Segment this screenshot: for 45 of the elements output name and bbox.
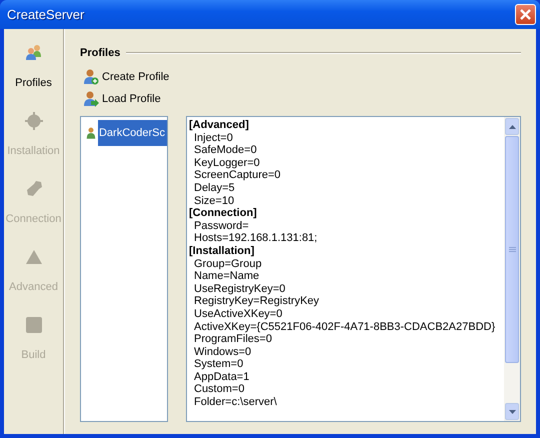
section-title: Profiles [80,47,120,59]
action-link[interactable]: Load Profile [82,90,161,107]
config-line: AppData=1 [193,370,250,384]
config-line: Windows=0 [193,346,252,358]
config-line: Delay=5 [193,182,236,195]
section-header: [Connection] [189,207,258,220]
down-arrow-icon [508,410,516,414]
config-line: Size=10 [193,194,236,208]
scroll-down-button[interactable] [505,403,519,420]
sidebar-item[interactable]: Profiles [4,43,64,111]
section-header: [Advanced] [189,119,250,132]
up-arrow-icon [508,124,516,128]
config-line: ProgramFiles=0 [193,333,273,346]
close-button[interactable] [515,4,536,25]
config-line: Hosts=192.168.1.131:81; [193,232,318,245]
config-line: UseActiveXKey=0 [193,308,284,320]
profile-item[interactable]: DarkCoderSc [98,120,167,146]
close-icon [519,8,532,21]
user-arrow-icon [82,90,99,107]
scrollbar[interactable] [504,117,520,421]
config-line: Group=Group [193,258,263,270]
config-line: Folder=c:\server\ [193,396,278,409]
people-icon [24,43,44,63]
square-icon [24,315,44,335]
grip-icon [508,246,516,252]
add-user-icon [82,68,99,85]
scroll-up-button[interactable] [505,118,519,135]
gear-icon [24,111,44,131]
config-line: ScreenCapture=0 [193,169,282,182]
config-line: Password= [193,220,250,232]
config-line: UseRegistryKey=0 [193,282,286,296]
config-line: ActiveXKey={C5521F06-402F-4A71-8BB3-CDACB2A27BDD} [193,320,496,334]
action-link[interactable]: Create Profile [82,68,170,85]
config-line: System=0 [193,358,244,371]
scroll-thumb[interactable] [505,136,519,363]
window-title: CreateServer [7,7,84,22]
config-line: SafeMode=0 [193,144,258,157]
user-icon [86,125,96,141]
config-line: RegistryKey=RegistryKey [193,295,320,308]
config-line: Custom=0 [193,383,246,396]
section-header: [Installation] [189,244,256,258]
config-line: KeyLogger=0 [193,156,261,170]
config-line: Name=Name [193,270,260,283]
config-text-area[interactable] [186,116,521,422]
config-line: Inject=0 [193,132,234,144]
